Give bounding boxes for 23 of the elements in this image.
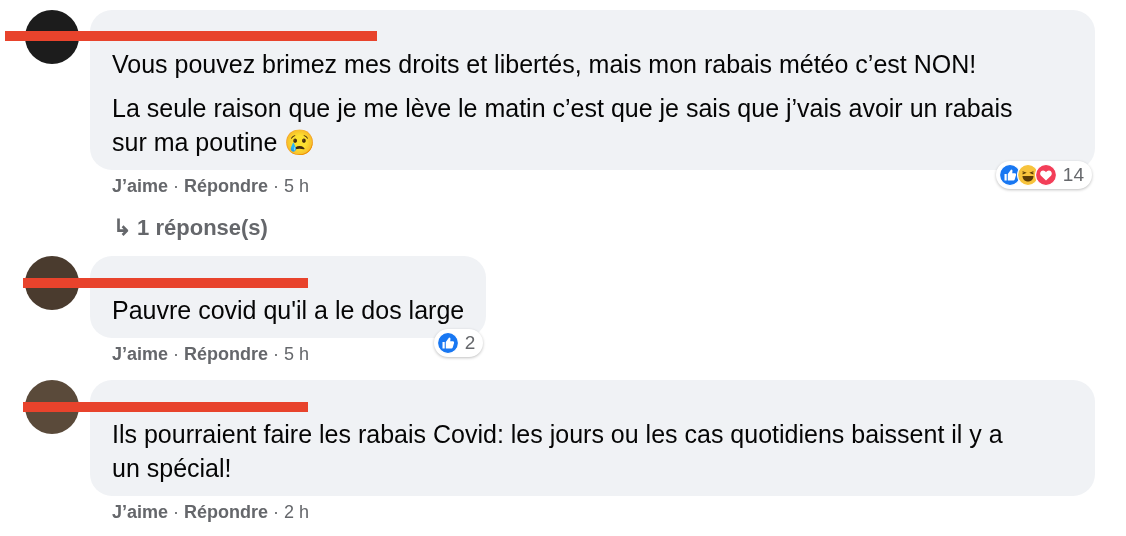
like-link[interactable]: J’aime: [112, 344, 169, 365]
separator-dot: ·: [173, 344, 180, 365]
comment-text: La seule raison que je me lève le matin c’est que je sais que j’vais avoir un rabais sur ma poutine 😢: [112, 93, 1014, 158]
timestamp: 5 h: [284, 176, 310, 197]
separator-dot: ·: [173, 502, 180, 523]
separator-dot: ·: [273, 502, 280, 523]
separator-dot: ·: [273, 344, 280, 365]
reply-link[interactable]: Répondre: [184, 344, 269, 365]
reply-link[interactable]: Répondre: [184, 502, 269, 523]
comment-text: Vous pouvez brimez mes droits et libertés, mais mon rabais météo c’est NON!: [112, 49, 978, 80]
separator-dot: ·: [173, 176, 180, 197]
reaction-summary[interactable]: 2: [433, 329, 484, 357]
reaction-summary[interactable]: 14: [995, 161, 1092, 189]
like-link[interactable]: J’aime: [112, 502, 169, 523]
replies-link[interactable]: ↳ 1 réponse(s): [113, 215, 1126, 241]
like-link[interactable]: J’aime: [112, 176, 169, 197]
thumbs-up-icon: [436, 332, 459, 354]
comment-text: Ils pourraient faire les rabais Covid: les jours ou les cas quotidiens baissent il y a un spécial!: [112, 419, 1004, 484]
timestamp: 2 h: [284, 502, 310, 523]
separator-dot: ·: [273, 176, 280, 197]
comment-text: Pauvre covid qu'il a le dos large: [112, 295, 465, 326]
reply-link[interactable]: Répondre: [184, 176, 269, 197]
timestamp: 5 h: [284, 344, 310, 365]
